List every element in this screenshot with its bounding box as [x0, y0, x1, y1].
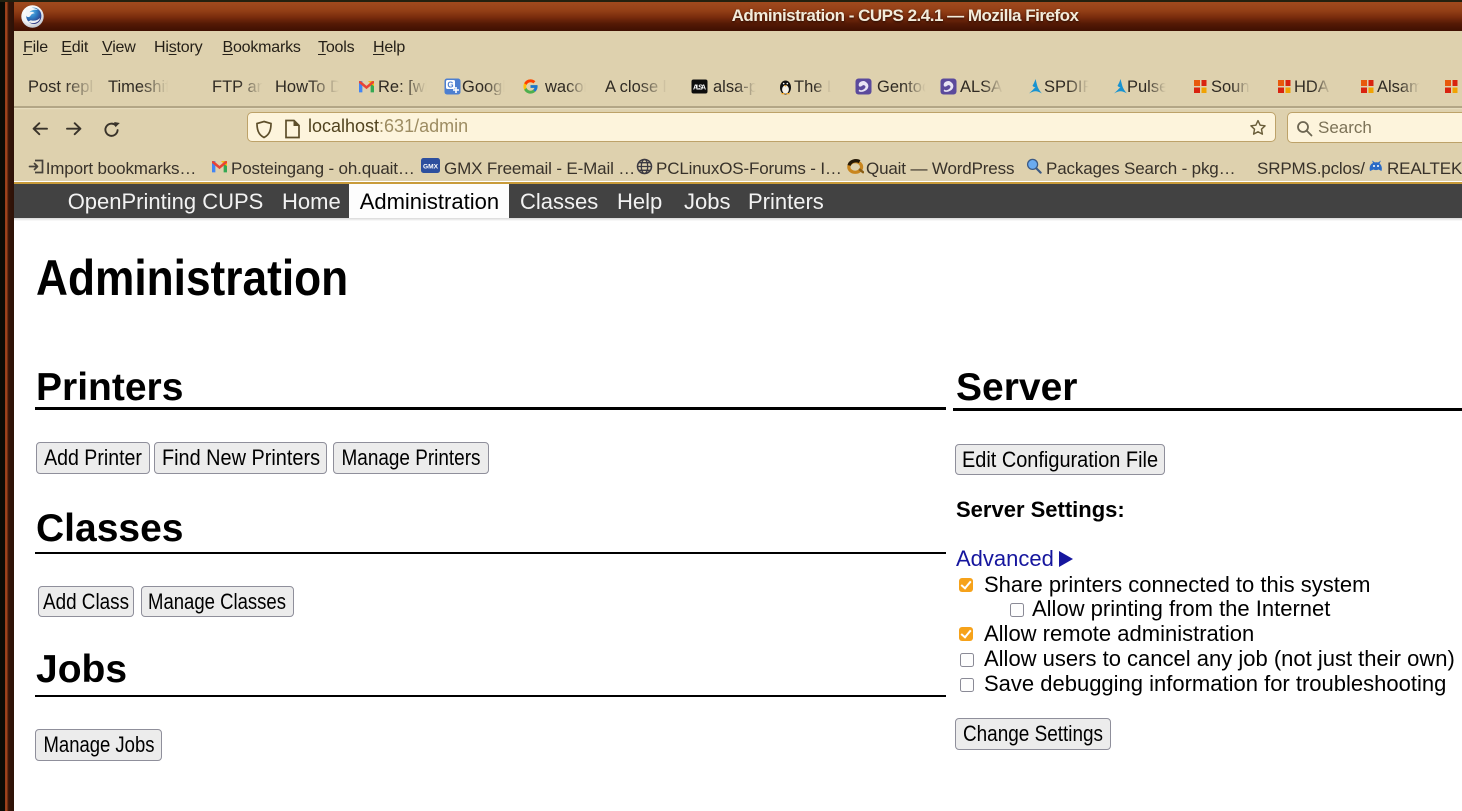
svg-text:ALSA: ALSA	[693, 85, 706, 92]
svg-text:G: G	[447, 81, 453, 90]
svg-text:GMX: GMX	[423, 164, 439, 171]
